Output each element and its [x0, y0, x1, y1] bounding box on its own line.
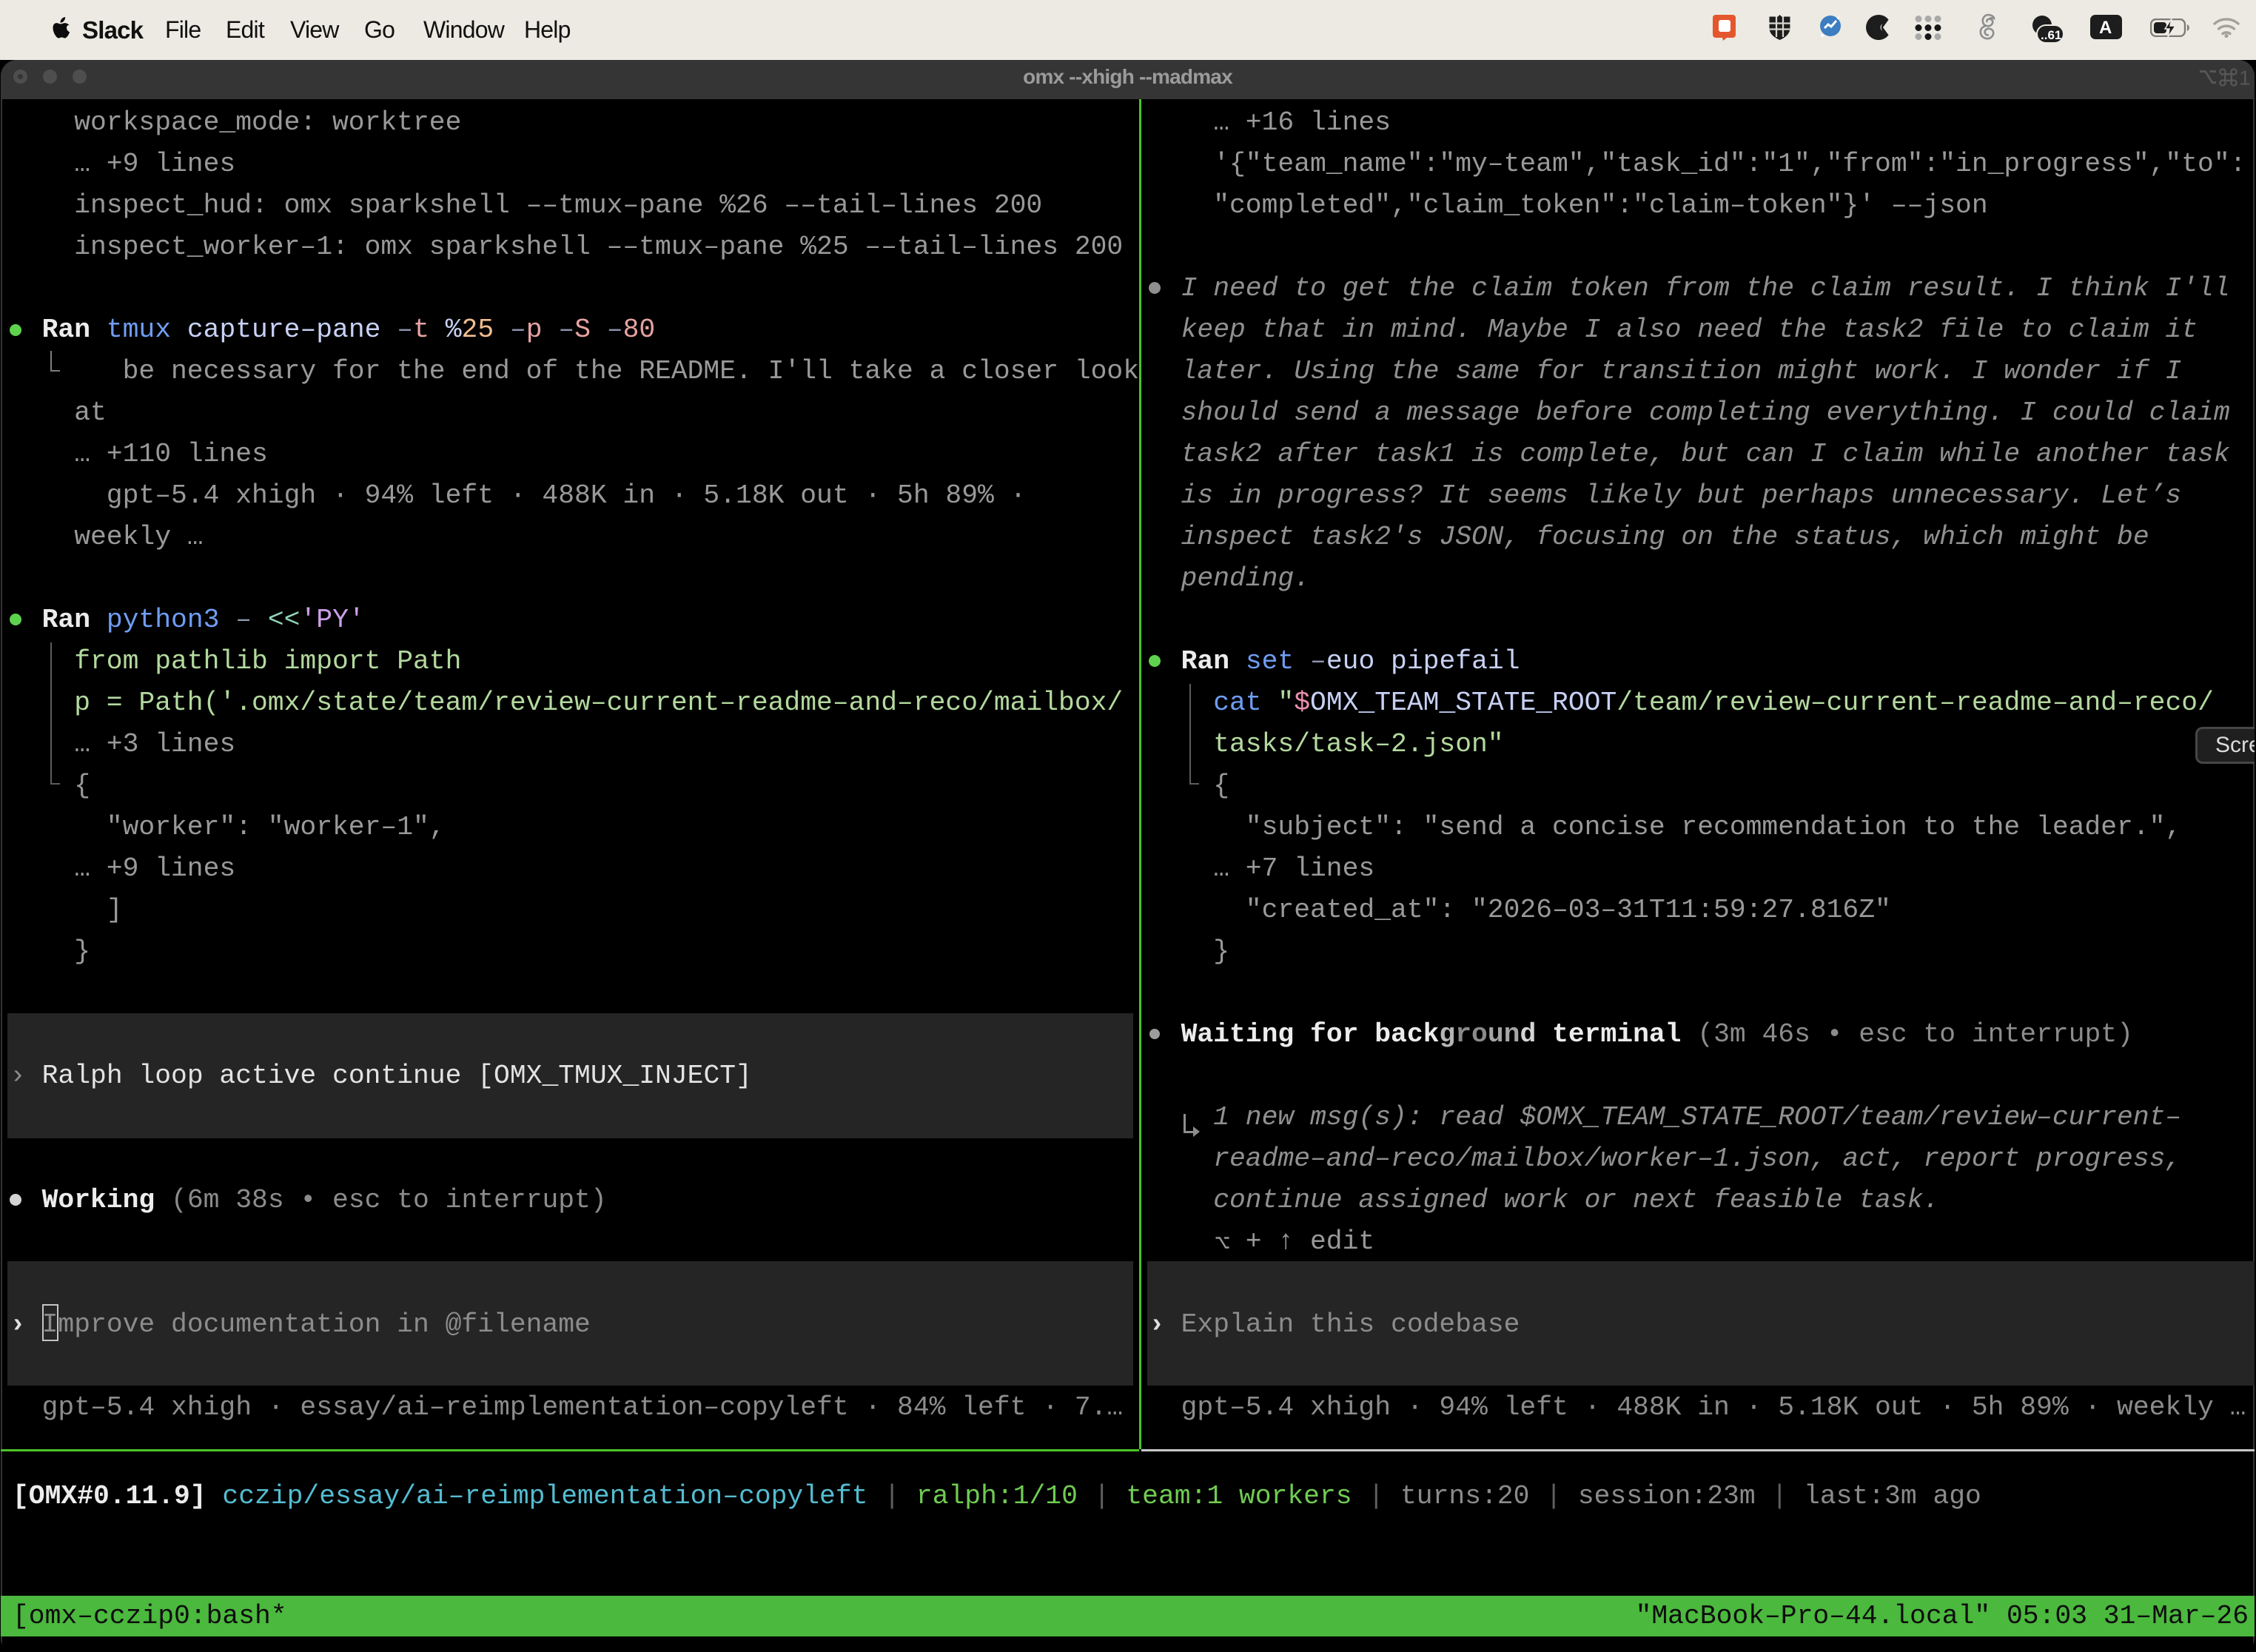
svg-text:A: A — [2099, 18, 2112, 38]
svg-text:..61: ..61 — [2041, 28, 2061, 42]
svg-text:1: 1 — [2239, 67, 2251, 90]
